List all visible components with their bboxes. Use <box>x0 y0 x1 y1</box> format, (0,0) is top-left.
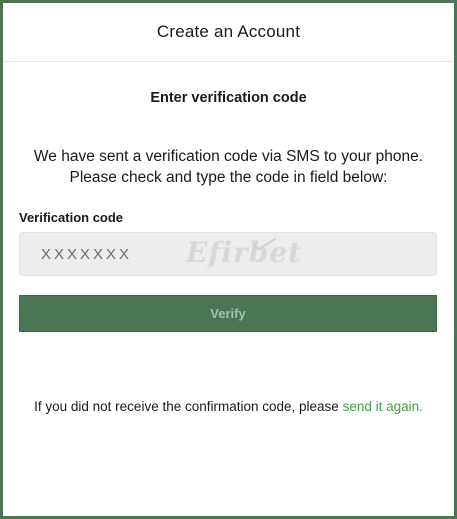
verification-code-field[interactable]: Efirbet <box>19 232 437 276</box>
verification-code-input[interactable] <box>20 233 436 275</box>
verification-subtitle: Enter verification code <box>150 90 307 106</box>
resend-notice: If you did not receive the confirmation … <box>3 399 454 414</box>
send-again-link[interactable]: send it again. <box>343 399 423 414</box>
verification-message-line-1: We have sent a verification code via SMS… <box>33 148 424 165</box>
dialog-header: Create an Account <box>3 3 454 62</box>
verification-message-line-2: Please check and type the code in field … <box>69 169 388 186</box>
verify-button[interactable]: Verify <box>19 295 437 332</box>
verification-code-label: Verification code <box>19 210 124 225</box>
account-dialog: Create an Account Enter verification cod… <box>0 0 457 519</box>
resend-prefix-text: If you did not receive the confirmation … <box>34 399 343 414</box>
verification-message: We have sent a verification code via SMS… <box>3 146 454 188</box>
dialog-title: Create an Account <box>156 22 301 41</box>
